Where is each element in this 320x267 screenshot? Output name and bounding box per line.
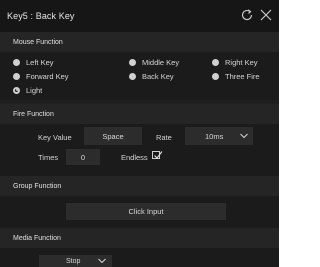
mouse-function-header: Mouse Function	[0, 32, 279, 52]
group-function-header: Group Function	[0, 176, 279, 196]
key-settings-window: Key5 : Back Key Mouse Function Left Key …	[0, 0, 279, 267]
mouse-function-panel: Left Key Middle Key Right Key Forward Ke…	[0, 52, 279, 100]
endless-label: Endless	[121, 153, 148, 162]
radio-middle-key[interactable]: Middle Key	[129, 57, 179, 67]
chevron-down-icon	[240, 133, 248, 139]
radio-indicator	[13, 72, 20, 80]
radio-label: Back Key	[142, 71, 174, 81]
radio-indicator	[212, 72, 219, 80]
radio-light[interactable]: Light	[13, 85, 42, 95]
radio-right-key[interactable]: Right Key	[212, 57, 258, 67]
radio-label: Right Key	[225, 57, 258, 67]
fire-function-header: Fire Function	[0, 104, 279, 124]
group-function-title: Group Function	[13, 183, 62, 190]
radio-indicator	[212, 58, 219, 66]
fire-function-panel: Key Value Space Rate 10ms Times 0 Endles…	[0, 124, 279, 176]
media-select[interactable]: Stop	[39, 255, 112, 267]
media-function-panel: Stop	[0, 248, 279, 267]
media-function-header: Media Function	[0, 228, 279, 248]
key-value-label: Key Value	[38, 133, 72, 142]
close-icon[interactable]	[258, 7, 274, 23]
window-title: Key5 : Back Key	[7, 11, 75, 21]
refresh-icon[interactable]	[239, 7, 255, 23]
group-function-panel: Click Input	[0, 196, 279, 228]
radio-label: Left Key	[26, 57, 54, 67]
times-label: Times	[38, 153, 59, 162]
key-value-field[interactable]: Space	[84, 127, 142, 145]
radio-label: Middle Key	[142, 57, 180, 67]
endless-checkbox[interactable]	[152, 151, 163, 159]
rate-label: Rate	[156, 133, 172, 142]
radio-forward-key[interactable]: Forward Key	[13, 71, 69, 81]
radio-indicator	[129, 58, 136, 66]
fire-function-title: Fire Function	[13, 111, 54, 118]
title-bar: Key5 : Back Key	[0, 0, 279, 32]
radio-indicator-selected	[13, 86, 20, 94]
radio-back-key[interactable]: Back Key	[129, 71, 174, 81]
mouse-function-title: Mouse Function	[13, 39, 63, 46]
radio-label: Three Fire	[225, 71, 260, 81]
radio-label: Forward Key	[26, 71, 69, 81]
radio-three-fire[interactable]: Three Fire	[212, 71, 260, 81]
chevron-down-icon	[98, 258, 106, 264]
checkmark-icon	[154, 151, 163, 159]
media-value: Stop	[66, 257, 81, 265]
radio-label: Light	[26, 85, 43, 95]
rate-select[interactable]: 10ms	[185, 127, 253, 145]
radio-left-key[interactable]: Left Key	[13, 57, 54, 67]
radio-indicator	[129, 72, 136, 80]
radio-indicator	[13, 58, 20, 66]
click-input-button[interactable]: Click Input	[66, 203, 226, 220]
rate-value: 10ms	[205, 131, 224, 141]
media-function-title: Media Function	[13, 235, 61, 242]
times-field[interactable]: 0	[66, 149, 100, 165]
